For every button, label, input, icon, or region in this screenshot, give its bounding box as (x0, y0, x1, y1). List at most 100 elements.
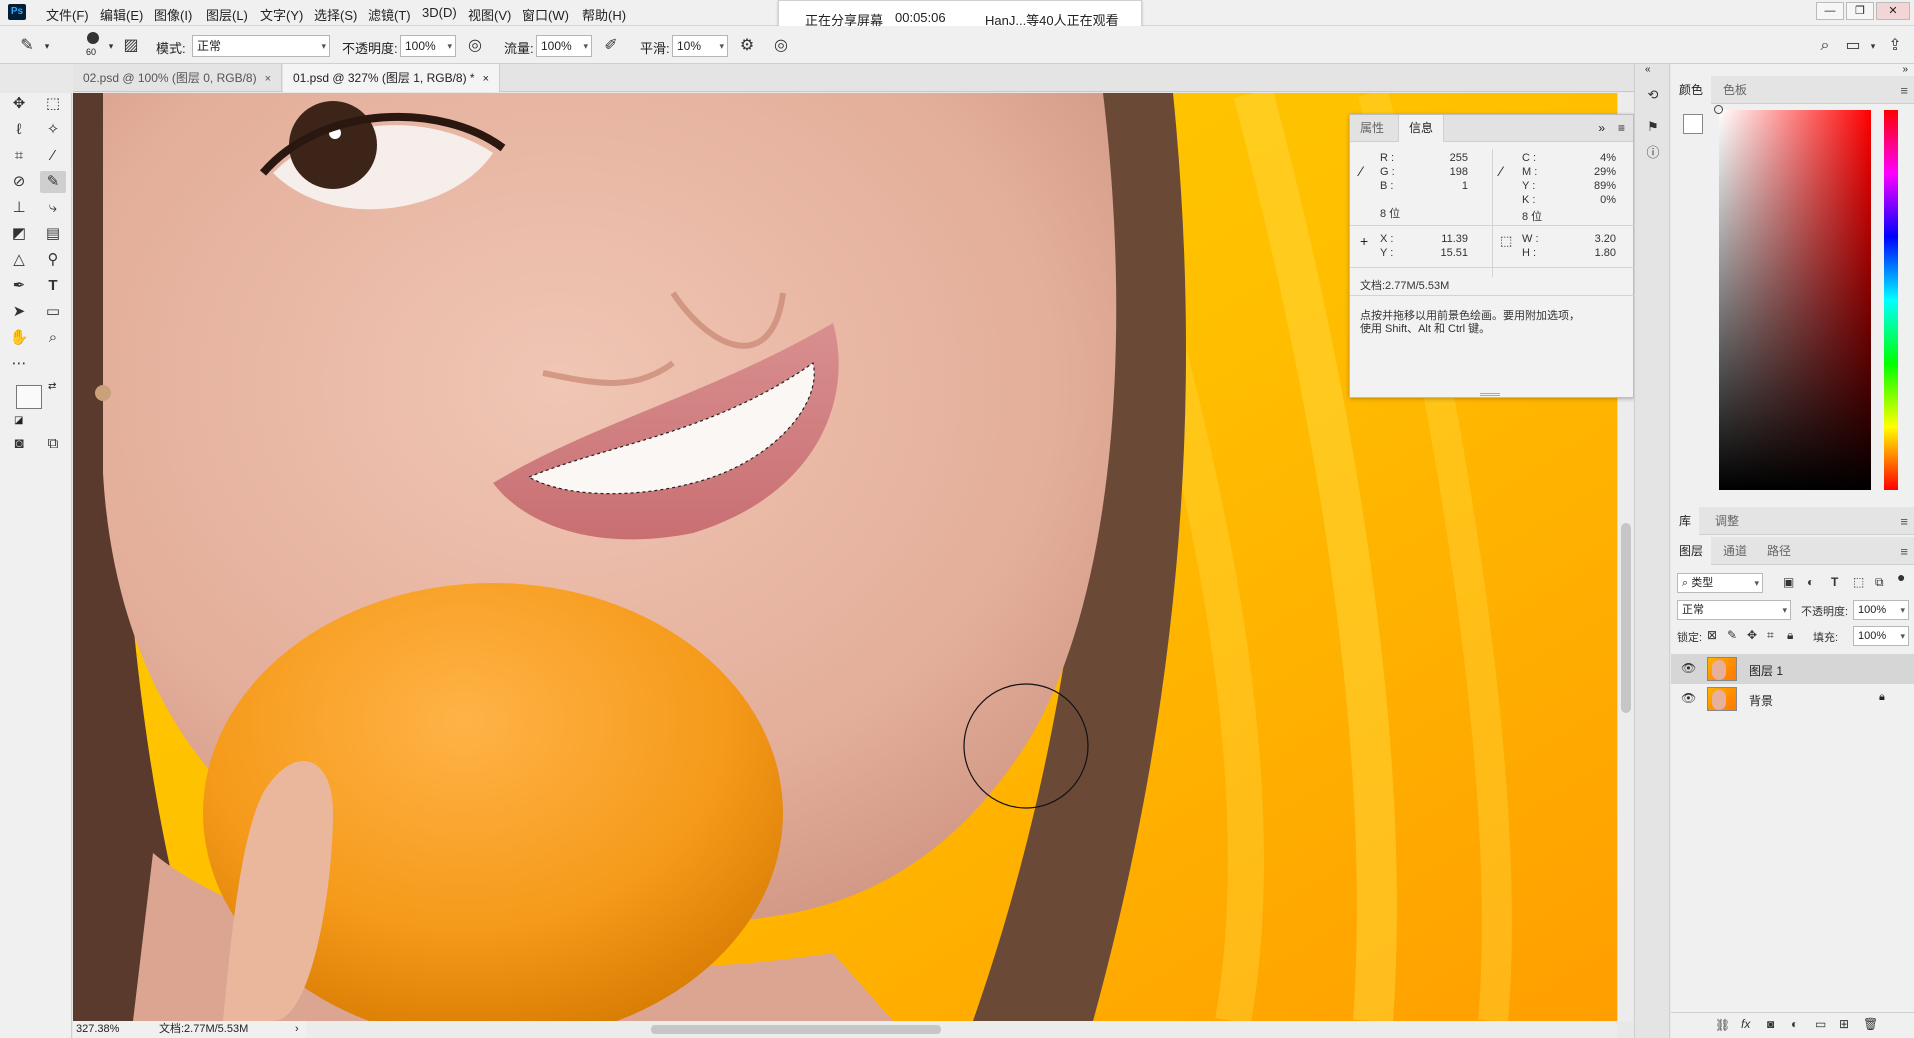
filter-adjustment-icon[interactable]: ◐ (1807, 575, 1814, 589)
smoothing-input[interactable]: 10% ▾ (672, 35, 728, 57)
layer-comps-icon[interactable]: ⚑ (1642, 116, 1664, 138)
menu-3d[interactable]: 3D(D) (422, 5, 457, 20)
dodge-tool-icon[interactable]: ⚲ (40, 249, 66, 271)
tab-color[interactable]: 颜色 (1671, 76, 1712, 104)
horizontal-scroll-thumb[interactable] (651, 1025, 941, 1034)
eraser-tool-icon[interactable]: ◩ (6, 223, 32, 245)
layer-row-background[interactable]: 👁︎ 背景 🔒︎ (1671, 684, 1914, 714)
visibility-eye-icon[interactable]: 👁︎ (1681, 691, 1696, 705)
eyedropper-tool-icon[interactable]: ⁄ (40, 145, 66, 167)
brush-settings-icon[interactable]: ▨ (120, 35, 142, 57)
history-icon[interactable]: ⟲ (1642, 84, 1664, 106)
lock-position-icon[interactable]: ✥ (1747, 628, 1757, 642)
menu-window[interactable]: 窗口(W) (522, 5, 569, 24)
close-icon[interactable]: × (265, 73, 271, 85)
panel-menu-icon[interactable]: ≡ (1618, 121, 1625, 135)
tab-channels[interactable]: 通道 (1715, 537, 1755, 565)
horizontal-scrollbar[interactable] (306, 1021, 1617, 1038)
move-tool-icon[interactable]: ✥ (6, 93, 32, 115)
menu-file[interactable]: 文件(F) (46, 5, 89, 24)
pressure-opacity-icon[interactable]: ◎ (464, 35, 486, 57)
panel-menu-icon[interactable]: ≡ (1900, 83, 1908, 98)
close-icon[interactable]: × (483, 73, 489, 85)
panel-menu-icon[interactable]: ≡ (1900, 514, 1908, 529)
panel-menu-icon[interactable]: ≡ (1900, 544, 1908, 559)
tab-01-psd[interactable]: 01.psd @ 327% (图层 1, RGB/8) * × (283, 64, 501, 92)
crop-tool-icon[interactable]: ⌗ (6, 145, 32, 167)
layer-row-layer1[interactable]: 👁︎ 图层 1 (1671, 654, 1914, 684)
visibility-eye-icon[interactable]: 👁︎ (1681, 661, 1696, 675)
minimize-button[interactable]: — (1816, 2, 1844, 20)
workspace-icon[interactable]: ▭ (1842, 35, 1864, 57)
clone-stamp-tool-icon[interactable]: ⊥ (6, 197, 32, 219)
swap-colors-icon[interactable]: ⇄ (48, 381, 56, 392)
path-select-tool-icon[interactable]: ➤ (6, 301, 32, 323)
lock-pixels-icon[interactable]: ✎ (1727, 628, 1737, 642)
collapse-dock-icon[interactable]: » (1902, 64, 1908, 75)
tab-properties[interactable]: 属性 (1350, 115, 1394, 142)
status-menu-arrow-icon[interactable]: › (295, 1021, 299, 1038)
lock-all-icon[interactable]: 🔒︎ (1787, 628, 1793, 643)
trash-icon[interactable]: 🗑︎ (1863, 1017, 1878, 1031)
menu-view[interactable]: 视图(V) (468, 5, 511, 24)
workspace-chevron-icon[interactable]: ▾ (1862, 35, 1884, 57)
tool-preset-chevron-icon[interactable]: ▾ (36, 35, 58, 57)
menu-image[interactable]: 图像(I) (154, 5, 192, 24)
tab-adjustments[interactable]: 调整 (1707, 507, 1747, 535)
filter-shape-icon[interactable]: ⬚ (1853, 575, 1864, 589)
layer-filter-select[interactable]: ⌕ 类型 ▾ (1677, 573, 1763, 593)
rectangle-tool-icon[interactable]: ▭ (40, 301, 66, 323)
vertical-scroll-thumb[interactable] (1621, 523, 1631, 713)
menu-select[interactable]: 选择(S) (314, 5, 357, 24)
resize-handle[interactable] (1480, 393, 1500, 396)
hand-tool-icon[interactable]: ✋ (6, 327, 32, 349)
fill-input[interactable]: 100% ▾ (1853, 626, 1909, 646)
tab-layers[interactable]: 图层 (1671, 537, 1712, 565)
lock-artboard-icon[interactable]: ⌗ (1767, 628, 1774, 643)
collapse-strip-icon[interactable]: « (1645, 64, 1651, 75)
marquee-tool-icon[interactable]: ⬚ (40, 93, 66, 115)
tab-info[interactable]: 信息 (1398, 115, 1445, 142)
brush-tool-icon[interactable]: ✎ (40, 171, 66, 193)
info-icon[interactable]: ⓘ (1642, 142, 1664, 164)
share-icon[interactable]: ⇪ (1884, 35, 1906, 57)
zoom-level[interactable]: 327.38% (76, 1021, 119, 1038)
brush-tool-icon[interactable]: ✎ (16, 35, 38, 57)
blend-mode-select[interactable]: 正常 ▾ (192, 35, 330, 57)
healing-brush-tool-icon[interactable]: ⊘ (6, 171, 32, 193)
airbrush-icon[interactable]: ✐ (600, 35, 622, 57)
pressure-size-icon[interactable]: ◎ (770, 35, 792, 57)
filter-type-icon[interactable]: T (1831, 575, 1838, 589)
quick-mask-icon[interactable]: ◙ (6, 433, 32, 455)
panel-foreground-swatch[interactable] (1683, 114, 1703, 134)
hue-slider[interactable] (1884, 110, 1898, 490)
restore-button[interactable]: ❐ (1846, 2, 1874, 20)
filter-smart-object-icon[interactable]: ⧉ (1875, 575, 1884, 590)
collapse-panel-icon[interactable]: » (1598, 121, 1605, 135)
lasso-tool-icon[interactable]: ℓ (6, 119, 32, 141)
menu-edit[interactable]: 编辑(E) (100, 5, 143, 24)
group-icon[interactable]: ▭ (1815, 1017, 1826, 1031)
menu-type[interactable]: 文字(Y) (260, 5, 303, 24)
add-mask-icon[interactable]: ◙ (1767, 1017, 1774, 1031)
quick-select-tool-icon[interactable]: ✧ (40, 119, 66, 141)
menu-filter[interactable]: 滤镜(T) (368, 5, 411, 24)
layer-blend-mode-select[interactable]: 正常 ▾ (1677, 600, 1791, 620)
history-brush-tool-icon[interactable]: ⤷ (40, 197, 66, 219)
blur-tool-icon[interactable]: △ (6, 249, 32, 271)
new-layer-icon[interactable]: ⊞ (1839, 1017, 1849, 1031)
filter-toggle-icon[interactable]: ● (1897, 569, 1905, 585)
more-tools-icon[interactable]: ⋯ (6, 353, 32, 375)
pen-tool-icon[interactable]: ✒ (6, 275, 32, 297)
zoom-tool-icon[interactable]: ⌕ (40, 327, 66, 349)
tab-swatches[interactable]: 色板 (1715, 76, 1755, 104)
lock-transparent-icon[interactable]: ⊠ (1707, 628, 1717, 642)
adjustment-layer-icon[interactable]: ◐ (1791, 1017, 1798, 1031)
flow-input[interactable]: 100% ▾ (536, 35, 592, 57)
tab-02-psd[interactable]: 02.psd @ 100% (图层 0, RGB/8) × (73, 64, 283, 92)
filter-pixel-icon[interactable]: ▣ (1783, 575, 1794, 589)
foreground-color-swatch[interactable] (16, 385, 42, 409)
color-picker-cursor[interactable] (1714, 105, 1723, 114)
menu-help[interactable]: 帮助(H) (582, 5, 626, 24)
default-colors-icon[interactable]: ◪ (14, 415, 23, 426)
